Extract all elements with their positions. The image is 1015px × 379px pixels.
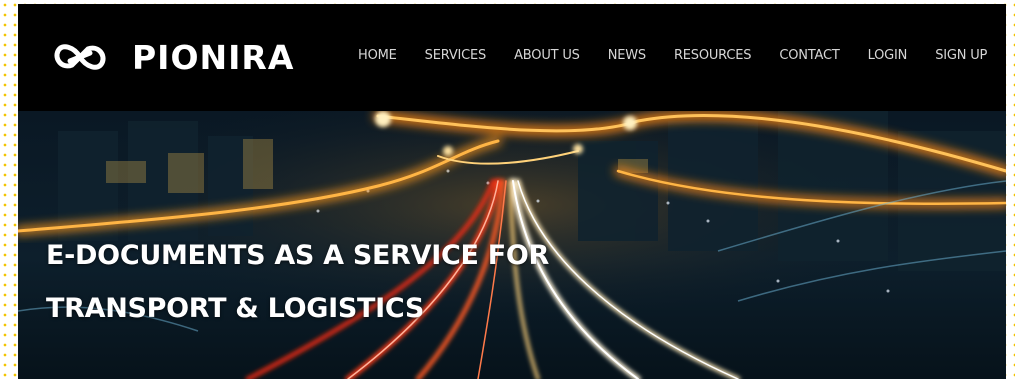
nav-news[interactable]: NEWS <box>608 48 646 63</box>
hero-headline-line-1: E-DOCUMENTS AS A SERVICE FOR <box>46 240 550 271</box>
hero-headline: E-DOCUMENTS AS A SERVICE FOR TRANSPORT &… <box>46 229 549 335</box>
main-nav: HOME SERVICES ABOUT US NEWS RESOURCES CO… <box>358 48 1006 63</box>
infinity-link-icon <box>54 44 106 70</box>
nav-home[interactable]: HOME <box>358 48 397 63</box>
nav-about-us[interactable]: ABOUT US <box>514 48 580 63</box>
nav-services[interactable]: SERVICES <box>425 48 487 63</box>
site-frame: PIONIRA HOME SERVICES ABOUT US NEWS RESO… <box>18 4 1006 379</box>
hero-banner: E-DOCUMENTS AS A SERVICE FOR TRANSPORT &… <box>18 111 1006 379</box>
top-navbar: PIONIRA HOME SERVICES ABOUT US NEWS RESO… <box>18 4 1006 111</box>
brand-logo[interactable]: PIONIRA <box>52 37 294 77</box>
nav-contact[interactable]: CONTACT <box>779 48 839 63</box>
nav-sign-up[interactable]: SIGN UP <box>935 48 987 63</box>
brand-name: PIONIRA <box>132 37 295 77</box>
hero-headline-line-2: TRANSPORT & LOGISTICS <box>46 293 425 324</box>
nav-resources[interactable]: RESOURCES <box>674 48 752 63</box>
nav-login[interactable]: LOGIN <box>868 48 908 63</box>
